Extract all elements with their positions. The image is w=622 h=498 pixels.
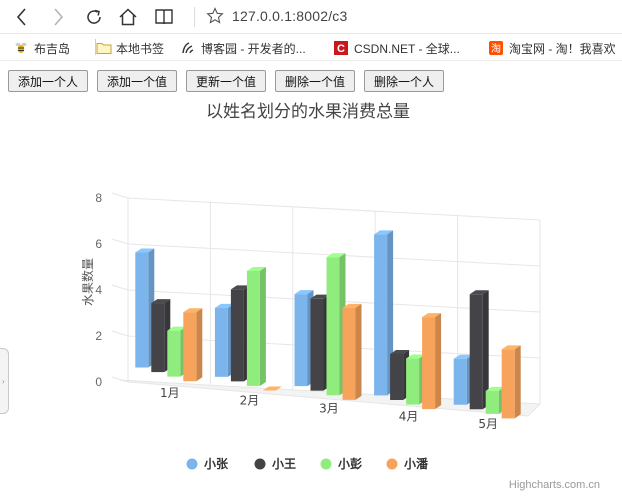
update-value-button[interactable]: 更新一个值 (186, 70, 266, 92)
x-tick-label: 1月 (160, 386, 180, 400)
legend-label: 小张 (204, 456, 229, 471)
add-person-button[interactable]: 添加一个人 (8, 70, 88, 92)
x-tick-label: 3月 (319, 402, 339, 416)
delete-person-button[interactable]: 删除一个人 (364, 70, 444, 92)
legend-item[interactable]: 小潘 (386, 456, 430, 471)
svg-text:淘: 淘 (491, 42, 501, 55)
bee-icon (14, 41, 28, 55)
folder-icon (96, 41, 112, 55)
cnblogs-icon (181, 41, 195, 55)
legend-marker (320, 458, 332, 470)
bookmark-label: 布吉岛 (34, 41, 71, 56)
favorite-star-icon[interactable] (206, 7, 224, 30)
bar[interactable] (183, 308, 203, 382)
bookmark-folder[interactable]: 本地书签 (96, 39, 164, 57)
y-tick-label: 6 (95, 237, 102, 251)
y-axis-title: 水果数量 (80, 258, 95, 306)
y-tick-label: 4 (95, 283, 102, 297)
chart-title: 以姓名划分的水果消费总量 (206, 102, 410, 122)
browser-toolbar: 127.0.0.1:8002/c3 (0, 0, 622, 34)
chart-plot-area (135, 230, 521, 419)
address-bar[interactable]: 127.0.0.1:8002/c3 (232, 8, 348, 24)
legend-label: 小潘 (404, 456, 429, 471)
reading-view-icon[interactable] (152, 5, 176, 29)
legend-marker (254, 458, 266, 470)
x-tick-label: 4月 (399, 409, 419, 423)
taobao-icon: 淘 (489, 41, 503, 55)
legend-marker (186, 458, 198, 470)
delete-value-button[interactable]: 删除一个值 (275, 70, 355, 92)
forward-arrow-icon[interactable] (46, 5, 70, 29)
bar[interactable] (422, 313, 442, 410)
legend-item[interactable]: 小彭 (320, 456, 363, 471)
bookmark-item[interactable]: 布吉岛 (14, 39, 70, 57)
y-tick-label: 8 (95, 191, 102, 205)
refresh-icon[interactable] (82, 5, 106, 29)
fruit-consumption-chart: 以姓名划分的水果消费总量 0 2 4 6 8 1月 2月 3月 4月 5月 水果数量 小张 小王 小彭… (80, 102, 600, 491)
chart-credits[interactable]: Highcharts.com.cn (509, 479, 600, 491)
legend-item[interactable]: 小张 (186, 456, 230, 471)
legend-marker (386, 458, 398, 470)
legend-label: 小彭 (338, 456, 362, 471)
bar[interactable] (246, 266, 266, 386)
bookmark-label: 本地书签 (116, 41, 165, 56)
toolbar-divider (194, 7, 195, 27)
bookmark-item[interactable]: C CSDN.NET - 全球... (334, 39, 460, 57)
bookmark-label: 淘宝网 - 淘！我喜欢 (509, 41, 616, 56)
bar[interactable] (342, 303, 362, 400)
back-arrow-icon[interactable] (10, 5, 34, 29)
add-value-button[interactable]: 添加一个值 (97, 70, 177, 92)
y-tick-label: 2 (95, 329, 102, 343)
bookmark-item[interactable]: 博客园 - 开发者的... (181, 39, 306, 57)
legend-label: 小王 (272, 456, 296, 471)
home-icon[interactable] (116, 5, 140, 29)
x-tick-label: 2月 (240, 394, 260, 408)
svg-text:C: C (337, 43, 345, 55)
bookmark-label: CSDN.NET - 全球... (354, 41, 460, 56)
x-tick-label: 5月 (478, 417, 498, 431)
legend-item[interactable]: 小王 (254, 456, 297, 471)
bar[interactable] (501, 345, 521, 419)
bookmark-item[interactable]: 淘 淘宝网 - 淘！我喜欢 (489, 39, 616, 57)
chart-legend: 小张 小王 小彭 小潘 (186, 456, 430, 471)
y-tick-label: 0 (95, 375, 102, 389)
csdn-icon: C (334, 41, 348, 55)
bookmark-label: 博客园 - 开发者的... (201, 41, 306, 56)
